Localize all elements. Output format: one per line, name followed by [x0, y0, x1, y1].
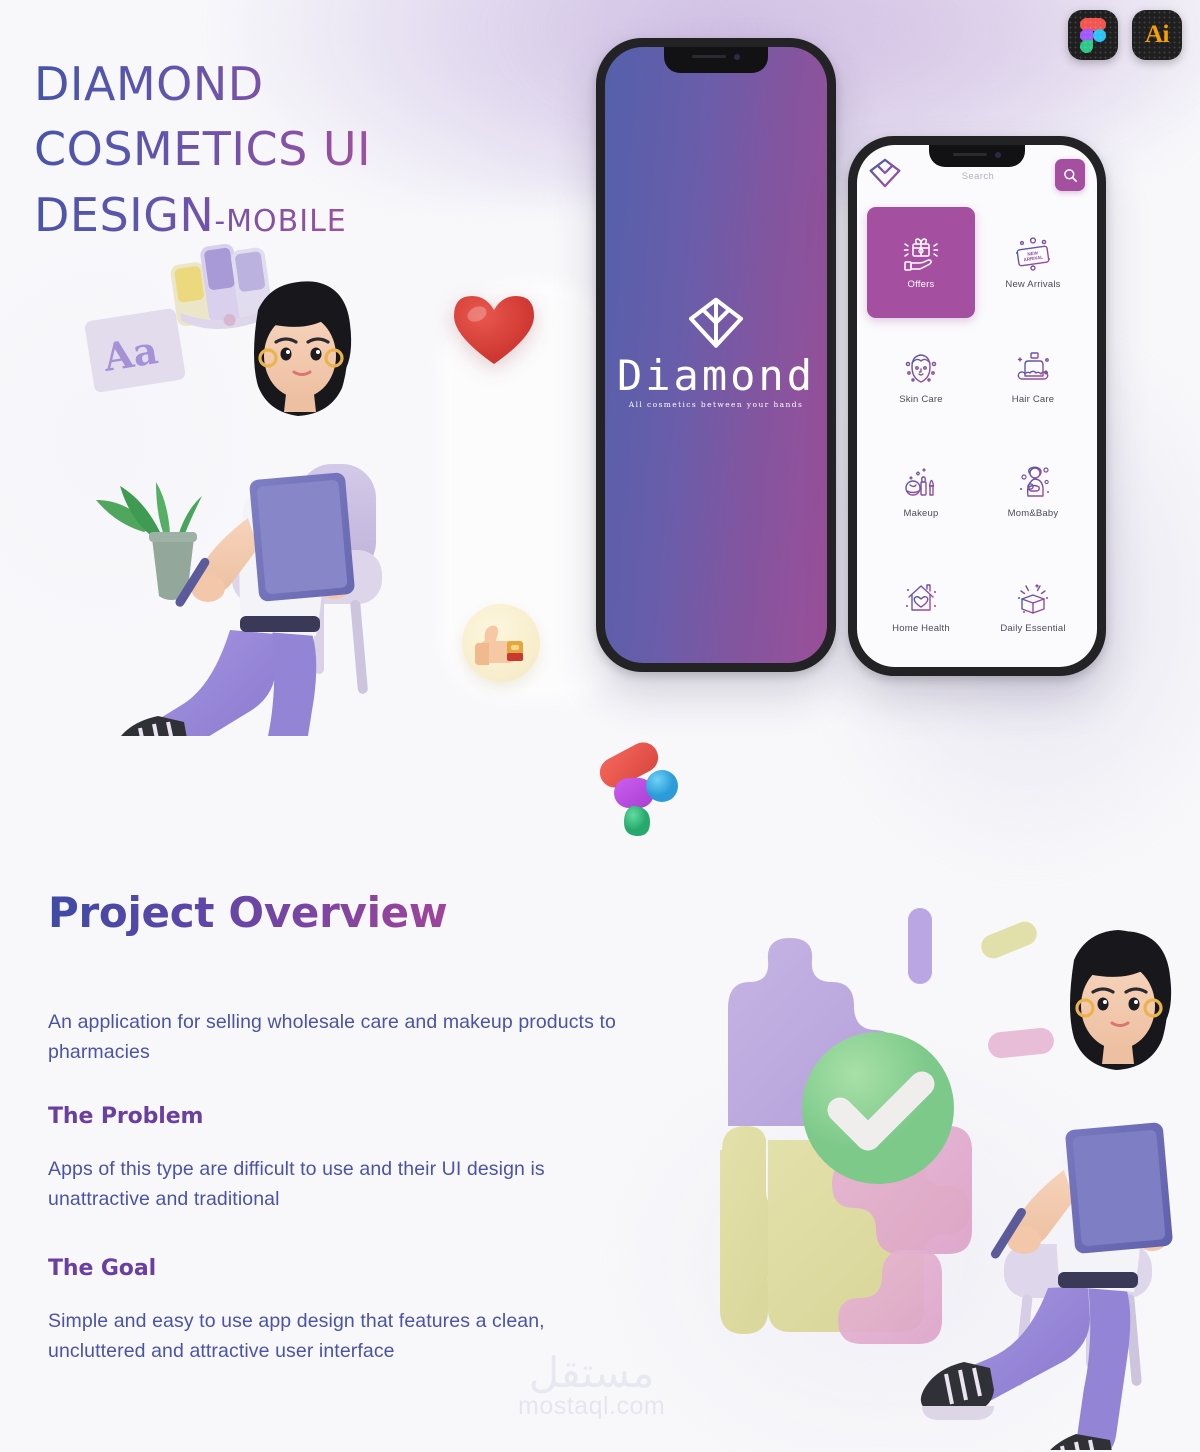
figma-icon [1080, 18, 1106, 53]
brand-name: Diamond [616, 350, 815, 400]
illustrator-badge-label: Ai [1145, 21, 1170, 48]
new-arrival-tag-icon: NEW ARRIVAL [1011, 234, 1055, 274]
capsule-pink [988, 1027, 1054, 1059]
category-tile-offers[interactable]: Offers [867, 207, 975, 318]
category-tile-home-health[interactable]: Home Health [867, 551, 975, 662]
category-grid: Offers NEW ARRIVAL New Arrivals Skin Car… [867, 207, 1087, 661]
search-icon [1063, 168, 1077, 182]
front-camera [734, 54, 740, 60]
category-tile-makeup[interactable]: Makeup [867, 436, 975, 547]
page-title-line-2: COSMETICS UI [34, 122, 372, 177]
check-badge [802, 1032, 954, 1184]
watermark-domain: mostaql.com [518, 1392, 666, 1420]
pill-cluster-decoration [599, 742, 678, 836]
page-title-line-3: DESIGN [34, 187, 215, 242]
mother-baby-icon [1011, 463, 1055, 503]
page-title-suffix: -MOBILE [214, 203, 347, 239]
problem-text-block: Apps of this type are difficult to use a… [48, 1155, 638, 1214]
goal-heading-block: The Goal [48, 1256, 638, 1281]
category-label: Home Health [892, 622, 950, 634]
category-label: Hair Care [1011, 393, 1055, 405]
open-box-icon [1011, 578, 1055, 618]
potted-plant [96, 482, 202, 600]
category-tile-mom-baby[interactable]: Mom&Baby [979, 436, 1087, 547]
search-button[interactable] [1055, 159, 1085, 191]
mostaql-watermark: مستقل mostaql.com [518, 1352, 665, 1421]
watermark-arabic: مستقل [528, 1348, 655, 1397]
category-label: Daily Essential [1000, 622, 1066, 634]
svg-text:ARRIVAL: ARRIVAL [1023, 255, 1043, 263]
poster-canvas: Ai DIAMOND COSMETICS UI DESIGN-MOBILE Aa… [0, 0, 1200, 1452]
problem-heading-block: The Problem [48, 1104, 638, 1129]
heart-3d-decoration [454, 296, 534, 364]
sneaker-left [920, 1362, 994, 1420]
splash-brand-block: Diamond All cosmetics between your hands [605, 297, 827, 409]
problem-text: Apps of this type are difficult to use a… [48, 1158, 545, 1210]
category-tile-hair-care[interactable]: Hair Care [979, 322, 1087, 433]
house-heart-icon [899, 578, 943, 618]
category-label: Mom&Baby [1007, 508, 1059, 520]
home-screen: Search Offers NEW ARRIVAL New Arrivals S… [857, 145, 1097, 667]
brand-tagline: All cosmetics between your hands [628, 399, 804, 409]
goal-heading: The Goal [48, 1256, 157, 1281]
capsule-purple [908, 908, 932, 984]
illustrator-badge[interactable]: Ai [1132, 10, 1182, 60]
category-label: Makeup [903, 508, 939, 520]
page-title-line-1: DIAMOND [34, 57, 264, 111]
overview-intro-text: An application for selling wholesale car… [48, 1011, 616, 1063]
category-tile-daily-essential[interactable]: Daily Essential [979, 551, 1087, 662]
search-input[interactable]: Search [901, 171, 1055, 182]
earpiece-speaker [692, 55, 726, 58]
category-tile-skin-care[interactable]: Skin Care [867, 322, 975, 433]
page-title-line-3-row: DESIGN-MOBILE [34, 183, 371, 248]
designer-illustration-bottom [720, 908, 1173, 1450]
page-title: DIAMOND COSMETICS UI DESIGN-MOBILE [34, 52, 371, 248]
svg-text:Aa: Aa [99, 327, 160, 380]
software-badges: Ai [1068, 10, 1182, 60]
gift-in-hand-icon [899, 234, 943, 274]
app-logo-icon[interactable] [869, 158, 901, 188]
problem-heading: The Problem [48, 1104, 204, 1129]
thumbs-up-icon [475, 625, 523, 665]
phone-notch [664, 47, 768, 73]
figma-badge[interactable] [1068, 10, 1118, 60]
face-spa-icon [899, 349, 943, 389]
category-label: Offers [907, 279, 935, 291]
diamond-logo-icon [689, 297, 743, 348]
category-label: New Arrivals [1005, 279, 1061, 291]
splash-screen-phone: Diamond All cosmetics between your hands [596, 38, 836, 672]
splash-screen: Diamond All cosmetics between your hands [605, 47, 827, 663]
thumbs-up-decoration [462, 604, 540, 682]
section-title: Project Overview [48, 888, 448, 937]
overview-intro-block: An application for selling wholesale car… [48, 1008, 638, 1067]
makeup-brush-icon [899, 463, 943, 503]
category-tile-new-arrivals[interactable]: NEW ARRIVAL New Arrivals [979, 207, 1087, 318]
home-screen-phone: Search Offers NEW ARRIVAL New Arrivals S… [848, 136, 1106, 676]
front-camera [995, 152, 1001, 158]
typography-card: Aa [85, 308, 186, 393]
category-label: Skin Care [899, 393, 943, 405]
shampoo-bottle-icon [1011, 349, 1055, 389]
earpiece-speaker [953, 153, 987, 156]
designer-illustration-top: Aa [85, 243, 382, 736]
capsule-yellow [981, 921, 1037, 959]
phone-notch [929, 145, 1025, 167]
